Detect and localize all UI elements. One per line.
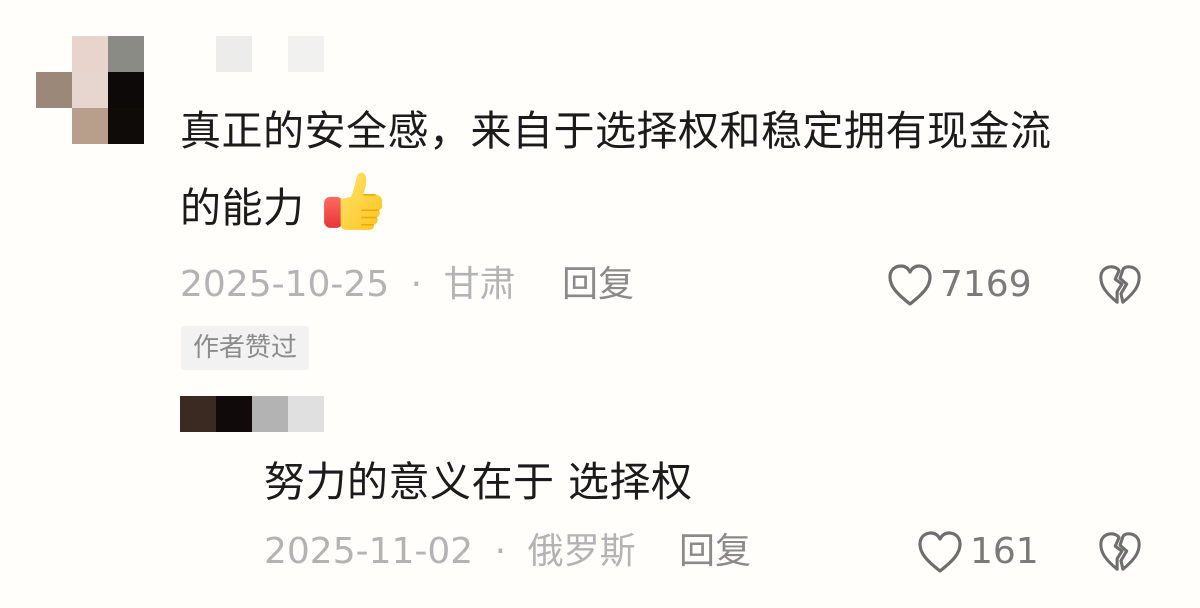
- author-liked-badge: 作者赞过: [181, 326, 310, 370]
- dislike-button[interactable]: [1097, 262, 1143, 308]
- comment-location: 俄罗斯: [527, 531, 636, 572]
- meta-separator: ·: [494, 531, 507, 572]
- broken-heart-icon: [1099, 532, 1141, 571]
- comment-date: 2025-11-02: [264, 531, 474, 572]
- meta-separator: ·: [410, 264, 423, 305]
- like-count: 7169: [940, 264, 1032, 305]
- comment-location: 甘肃: [443, 264, 516, 305]
- thumbs-up-emoji: [324, 172, 383, 230]
- comment-meta: 2025-10-25 · 甘肃: [180, 265, 516, 305]
- like-button[interactable]: [886, 262, 934, 308]
- comment-text-line-1: 真正的安全感，来自于选择权和稳定拥有现金流: [180, 107, 1052, 155]
- reply-button[interactable]: 回复: [679, 532, 751, 572]
- like-button[interactable]: [916, 529, 964, 575]
- comment-text-line-2-text: 的能力: [180, 184, 305, 232]
- broken-heart-icon: [1099, 265, 1141, 304]
- heart-outline-icon: [918, 531, 962, 573]
- comment-text-line-2: 的能力: [180, 168, 386, 244]
- heart-outline-icon: [888, 264, 932, 306]
- comment-text: 努力的意义在于 选择权: [264, 458, 693, 506]
- dislike-button[interactable]: [1097, 529, 1143, 575]
- like-count: 161: [970, 531, 1039, 572]
- reply-button[interactable]: 回复: [562, 265, 634, 305]
- comment-date: 2025-10-25: [180, 264, 390, 305]
- comment-meta: 2025-11-02 · 俄罗斯: [264, 532, 636, 572]
